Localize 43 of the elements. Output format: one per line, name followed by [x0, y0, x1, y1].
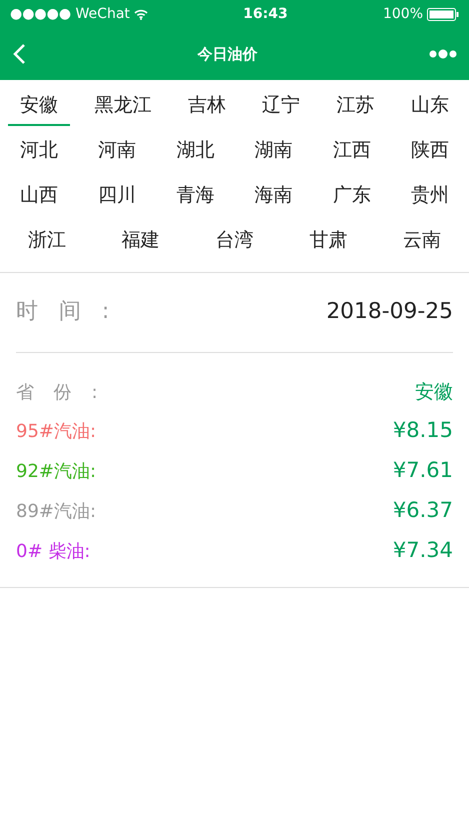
fuel-label: 95#汽油:: [16, 420, 96, 444]
time-label: 时 间 :: [16, 298, 110, 326]
price-value: ¥6.37: [392, 497, 453, 524]
battery-text: 100%: [382, 4, 423, 24]
date-value: 2018-09-25: [326, 298, 453, 326]
province-tab[interactable]: 山东: [398, 87, 461, 126]
carrier-text: ●●●●● WeChat: [10, 4, 130, 24]
province-tab[interactable]: 黑龙江: [82, 87, 164, 126]
battery-icon: [427, 8, 459, 20]
wifi-icon: [134, 8, 148, 20]
fuel-label: 0# 柴油:: [16, 540, 90, 564]
province-tab[interactable]: 青海: [164, 177, 226, 216]
price-value: ¥7.61: [392, 457, 453, 484]
province-tab[interactable]: 台湾: [203, 222, 266, 261]
page-title: 今日油价: [198, 44, 258, 65]
fuel-label: 89#汽油:: [16, 500, 96, 524]
province-tab[interactable]: 山西: [8, 177, 70, 216]
province-tab[interactable]: 湖北: [164, 132, 226, 171]
province-tab[interactable]: 安徽: [8, 87, 70, 126]
province-tab[interactable]: 陕西: [398, 132, 461, 171]
province-tab[interactable]: 江苏: [324, 87, 387, 126]
province-value: 安徽: [415, 380, 453, 405]
province-tab[interactable]: 贵州: [398, 177, 461, 216]
clock-text: 16:43: [243, 4, 288, 24]
province-tab[interactable]: 甘肃: [297, 222, 360, 261]
province-tab[interactable]: 四川: [86, 177, 148, 216]
fuel-label: 92#汽油:: [16, 460, 96, 484]
province-tab[interactable]: 河南: [86, 132, 148, 171]
province-tab[interactable]: 吉林: [176, 87, 238, 126]
province-tab[interactable]: 云南: [391, 222, 454, 261]
province-tab[interactable]: 江西: [320, 132, 383, 171]
province-tab[interactable]: 辽宁: [250, 87, 312, 126]
province-tab[interactable]: 广东: [320, 177, 383, 216]
province-tab[interactable]: 海南: [242, 177, 305, 216]
province-tab[interactable]: 湖南: [242, 132, 305, 171]
province-tab[interactable]: 浙江: [16, 222, 78, 261]
price-value: ¥8.15: [392, 417, 453, 444]
price-value: ¥7.34: [392, 537, 453, 564]
more-icon[interactable]: [429, 49, 457, 59]
province-tab[interactable]: 福建: [110, 222, 172, 261]
province-label: 省 份 :: [16, 380, 98, 404]
back-icon[interactable]: [12, 43, 26, 65]
province-tab[interactable]: 河北: [8, 132, 70, 171]
